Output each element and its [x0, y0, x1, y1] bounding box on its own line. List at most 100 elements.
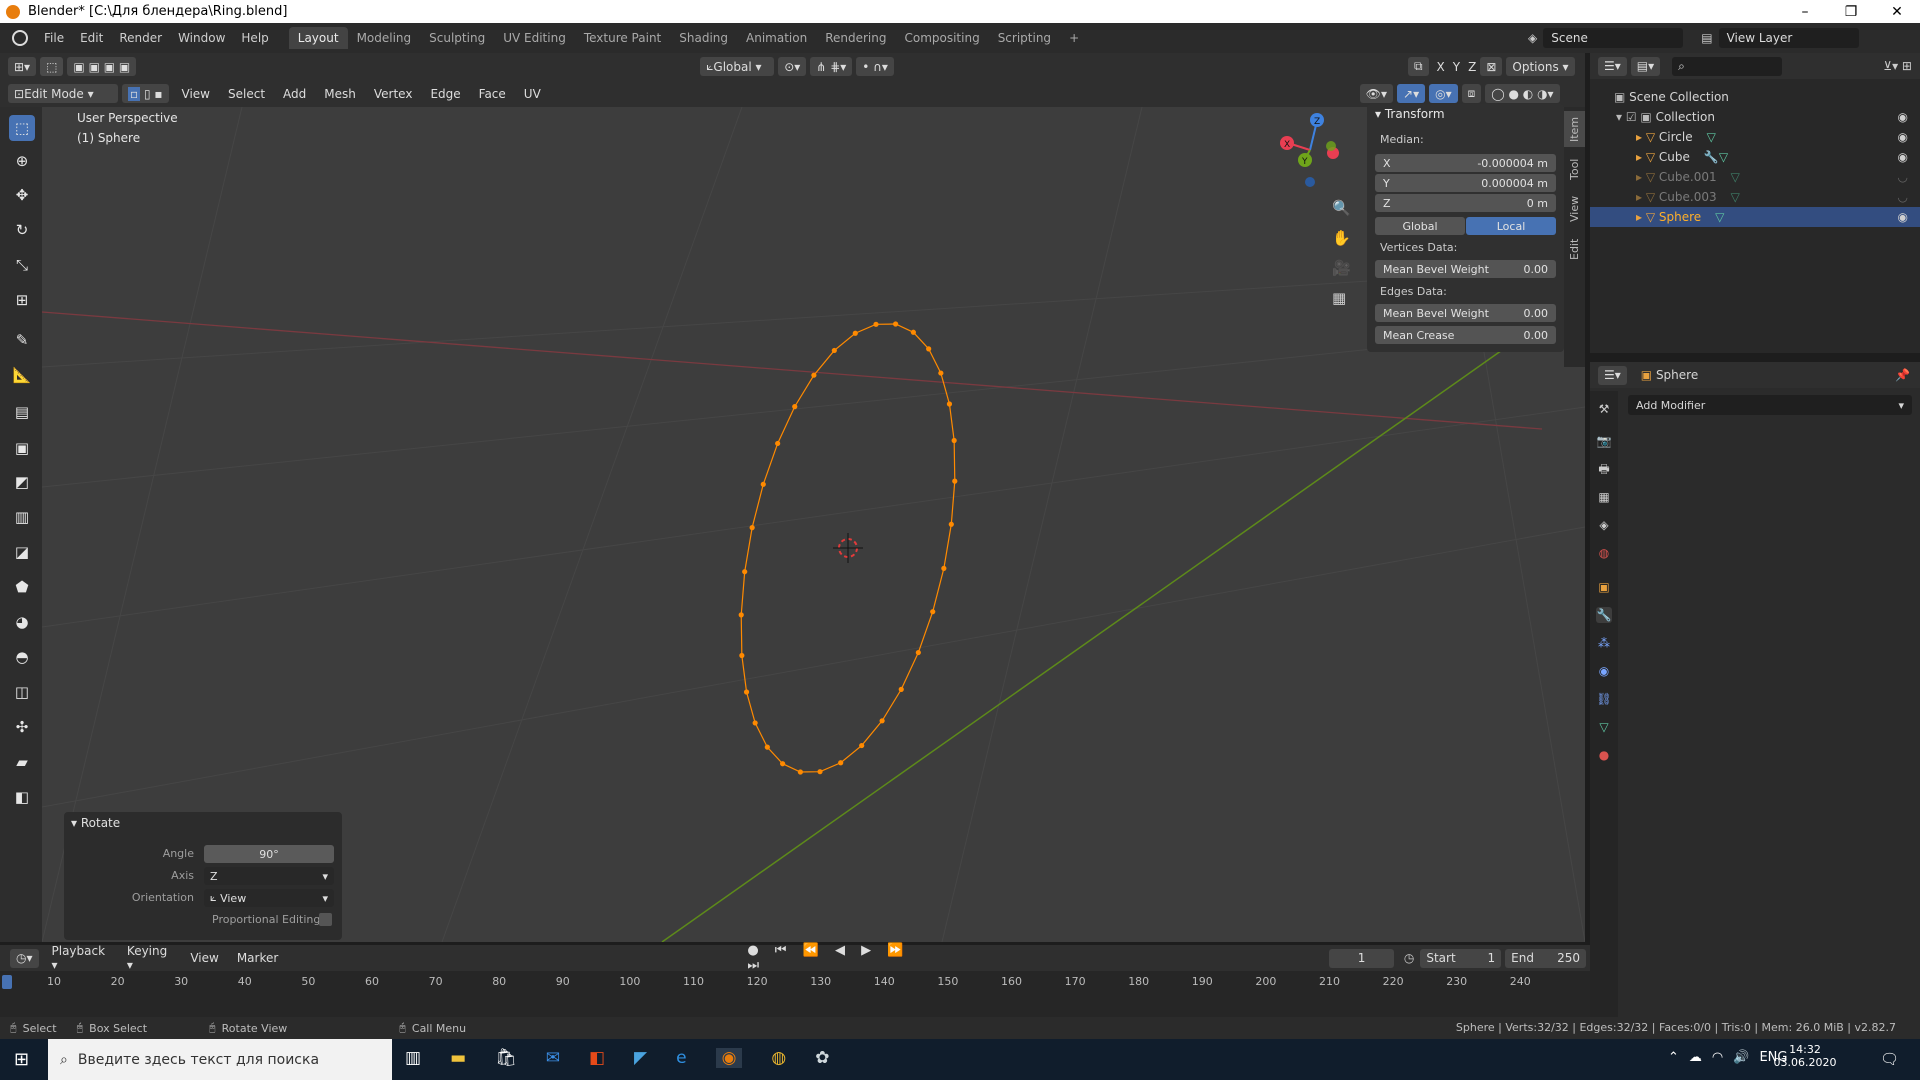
filter-icon[interactable]: ⊻▾ ⊞ [1883, 59, 1912, 73]
extrude-tool-icon[interactable]: ▤ [9, 399, 35, 425]
transform-panel-header[interactable]: ▾ Transform [1375, 107, 1445, 121]
transform-tool-icon[interactable]: ⊞ [9, 287, 35, 313]
tab-sculpting[interactable]: Sculpting [420, 27, 494, 49]
angle-field[interactable]: 90° [204, 845, 334, 863]
mesh-data-properties-icon[interactable]: ▽ [1596, 719, 1612, 735]
select-mode-buttons[interactable]: ▫ ▯ ▪ [122, 84, 169, 103]
wifi-icon[interactable]: ◠ [1712, 1050, 1723, 1065]
mesh-vertex[interactable] [764, 744, 770, 750]
scene-properties-icon[interactable]: ◈ [1596, 517, 1612, 533]
outliner-item-cube[interactable]: ▸ ▽ Cube 🔧 ▽ ◉ [1590, 147, 1920, 167]
mesh-vertex[interactable] [948, 521, 954, 527]
mesh-vertex[interactable] [859, 742, 865, 749]
mesh-vertex[interactable] [898, 686, 904, 692]
outliner-item-cube-001[interactable]: ▸ ▽ Cube.001 ▽ ◡ [1590, 167, 1920, 187]
cursor-tool-icon[interactable]: ⊕ [9, 148, 35, 174]
tab-texture-paint[interactable]: Texture Paint [575, 27, 670, 49]
edge-slide-tool-icon[interactable]: ◫ [9, 679, 35, 705]
mesh-vertex[interactable] [831, 347, 837, 354]
measure-tool-icon[interactable]: 📐 [9, 362, 35, 388]
menu-view[interactable]: View [173, 87, 219, 101]
task-view-icon[interactable]: ▥ [405, 1048, 421, 1068]
annotate-tool-icon[interactable]: ✎ [9, 327, 35, 353]
tab-rendering[interactable]: Rendering [816, 27, 895, 49]
axis-dropdown[interactable]: Z ▾ [204, 867, 334, 885]
tab-animation[interactable]: Animation [737, 27, 816, 49]
median-z-field[interactable]: Z0 m [1375, 194, 1556, 212]
mode-dropdown[interactable]: ⊡ Edit Mode ▾ [8, 84, 118, 103]
mesh-vertex[interactable] [752, 720, 758, 726]
playhead[interactable] [2, 975, 12, 989]
start-frame-field[interactable]: Start 1 [1420, 948, 1502, 968]
app-icon[interactable]: ◤ [634, 1048, 647, 1068]
world-properties-icon[interactable]: ◍ [1596, 545, 1612, 561]
mirror-y-toggle[interactable]: Y [1449, 60, 1464, 74]
mesh-vertex[interactable] [811, 372, 817, 378]
mean-crease-field[interactable]: Mean Crease 0.00 [1375, 326, 1556, 344]
tray-chevron-icon[interactable]: ⌃ [1668, 1050, 1679, 1065]
poly-build-tool-icon[interactable]: ⬟ [9, 574, 35, 600]
add-workspace-button[interactable]: + [1060, 27, 1088, 49]
bevel-tool-icon[interactable]: ◩ [9, 469, 35, 495]
vertex-bevel-weight-field[interactable]: Mean Bevel Weight 0.00 [1375, 260, 1556, 278]
outliner-collection[interactable]: ▾ ☑ ▣ Collection ◉ [1590, 107, 1920, 127]
current-frame-field[interactable]: 1 [1329, 948, 1394, 968]
windows-start-icon[interactable]: ⊞ [14, 1049, 29, 1070]
onedrive-icon[interactable]: ☁ [1689, 1050, 1702, 1065]
mesh-vertex[interactable] [780, 761, 786, 767]
median-x-field[interactable]: X -0.000004 m [1375, 154, 1556, 172]
tab-shading[interactable]: Shading [670, 27, 737, 49]
menu-face[interactable]: Face [470, 87, 515, 101]
rotate-panel-header[interactable]: ▾ Rotate [71, 816, 120, 830]
tab-uv-editing[interactable]: UV Editing [494, 27, 575, 49]
paint-icon[interactable]: ✿ [815, 1048, 829, 1068]
mesh-vertex[interactable] [930, 609, 936, 615]
tab-view[interactable]: View [1564, 191, 1585, 227]
visibility-eye-icon[interactable]: ◉ [1898, 210, 1908, 224]
shading-modes-icons[interactable]: ◯ ● ◐ ◑▾ [1485, 84, 1560, 103]
rotate-tool-icon[interactable]: ↻ [9, 217, 35, 243]
playback-controls-icons[interactable]: ● ⏮ ⏪ ◀ ▶ ⏩ ⏭ [747, 943, 919, 973]
timeline-menu-view[interactable]: View [181, 951, 227, 965]
outliner-search-input[interactable]: ⌕ [1672, 56, 1783, 76]
grid-view-icon[interactable]: ▦ [1332, 289, 1346, 307]
modifier-properties-icon[interactable]: 🔧 [1596, 607, 1612, 623]
orientation-dropdown[interactable]: ⟀ View ▾ [204, 889, 334, 907]
mirror-z-toggle[interactable]: Z [1464, 60, 1480, 74]
hidden-eye-icon[interactable]: ◡ [1898, 190, 1908, 204]
mirror-x-toggle[interactable]: X [1433, 60, 1449, 74]
options-dropdown[interactable]: Options ▾ [1506, 57, 1575, 76]
global-toggle[interactable]: Global [1375, 217, 1465, 235]
proportional-editing-checkbox[interactable] [319, 913, 332, 926]
pin-icon[interactable]: 📌 [1895, 368, 1910, 382]
xray-icon[interactable]: ⧈ [1461, 84, 1482, 103]
file-explorer-icon[interactable]: ▬ [450, 1048, 466, 1068]
menu-vertex[interactable]: Vertex [365, 87, 422, 101]
knife-tool-icon[interactable]: ◪ [9, 539, 35, 565]
mail-icon[interactable]: ✉ [546, 1048, 560, 1068]
timeline-menu-playback[interactable]: Playback ▾ [43, 944, 118, 972]
tool-properties-icon[interactable]: ⚒ [1596, 401, 1612, 417]
maximize-button[interactable]: ❐ [1828, 0, 1874, 23]
end-frame-field[interactable]: End 250 [1505, 948, 1586, 968]
tab-edit[interactable]: Edit [1564, 231, 1585, 267]
outliner-item-sphere[interactable]: ▸ ▽ Sphere ▽ ◉ [1590, 207, 1920, 227]
timeline-editor-type-button[interactable]: ◷▾ [10, 948, 39, 968]
object-properties-icon[interactable]: ▣ [1596, 579, 1612, 595]
outliner-scene-collection[interactable]: ▣ Scene Collection [1590, 87, 1920, 107]
timeline-menu-marker[interactable]: Marker [228, 951, 287, 965]
tab-compositing[interactable]: Compositing [895, 27, 988, 49]
menu-select[interactable]: Select [219, 87, 274, 101]
median-y-field[interactable]: Y 0.000004 m [1375, 174, 1556, 192]
mesh-vertex[interactable] [738, 612, 744, 618]
mesh-vertex[interactable] [817, 769, 823, 775]
mirror-icon[interactable]: ⧉ [1407, 57, 1429, 76]
outliner-item-cube-003[interactable]: ▸ ▽ Cube.003 ▽ ◡ [1590, 187, 1920, 207]
menu-render[interactable]: Render [111, 31, 170, 45]
menu-add[interactable]: Add [274, 87, 315, 101]
menu-help[interactable]: Help [233, 31, 276, 45]
outliner-item-circle[interactable]: ▸ ▽ Circle ▽ ◉ [1590, 127, 1920, 147]
zoom-icon[interactable]: 🔍 [1332, 199, 1351, 217]
overlay-icon[interactable]: ◎▾ [1429, 84, 1458, 103]
mesh-vertex[interactable] [775, 440, 781, 447]
